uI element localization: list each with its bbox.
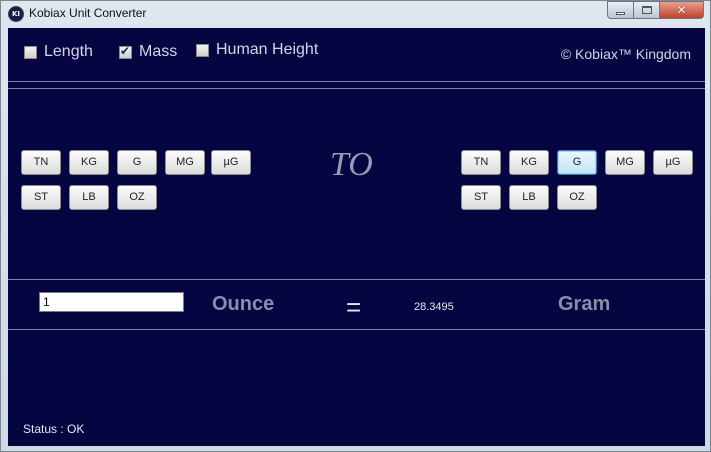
category-mass[interactable]: Mass [119,43,177,61]
from-unit-ug-button[interactable]: µG [211,150,251,175]
human-height-label: Human Height [216,41,319,58]
human-height-checkbox[interactable] [196,43,209,57]
to-unit-ug-button[interactable]: µG [653,150,693,175]
minimize-button[interactable] [607,1,634,19]
minimize-icon [616,11,625,15]
mass-checkbox[interactable] [119,44,132,59]
from-unit-st-button[interactable]: ST [21,185,61,210]
divider [8,329,705,330]
to-unit-tn-button[interactable]: TN [461,150,501,175]
length-label: Length [44,43,93,60]
category-length[interactable]: Length [24,43,93,61]
result-value: 28.3495 [414,301,454,313]
from-unit-name: Ounce [212,293,275,315]
from-unit-g-button[interactable]: G [117,150,157,175]
converter-panel: Length Mass Human Height © Kobiax™ Kingd… [8,28,705,446]
maximize-button[interactable] [634,1,660,19]
close-button[interactable]: ✕ [660,1,704,19]
equals-sign: = [346,292,362,322]
from-unit-lb-button[interactable]: LB [69,185,109,210]
divider [8,279,705,280]
divider [8,88,705,89]
from-unit-kg-button[interactable]: KG [69,150,109,175]
to-label: TO [330,146,373,183]
to-unit-oz-button[interactable]: OZ [557,185,597,210]
title-bar[interactable]: KI Kobiax Unit Converter ✕ [1,1,710,27]
to-unit-name: Gram [558,293,611,315]
divider [8,81,705,82]
to-unit-lb-button[interactable]: LB [509,185,549,210]
to-unit-mg-button[interactable]: MG [605,150,645,175]
to-unit-st-button[interactable]: ST [461,185,501,210]
copyright-text: © Kobiax™ Kingdom [560,46,691,62]
from-unit-oz-button[interactable]: OZ [117,185,157,210]
maximize-icon [641,6,652,14]
window-controls: ✕ [607,1,704,19]
length-checkbox[interactable] [24,45,37,59]
window-title: Kobiax Unit Converter [29,6,147,20]
mass-label: Mass [139,43,178,60]
app-logo-icon: KI [8,6,24,22]
to-unit-g-button[interactable]: G [557,150,597,175]
to-unit-kg-button[interactable]: KG [509,150,549,175]
from-unit-mg-button[interactable]: MG [165,150,205,175]
app-window: KI Kobiax Unit Converter ✕ Length Mass H… [0,0,711,452]
value-input[interactable] [39,292,184,312]
category-human-height[interactable]: Human Height [196,41,318,59]
status-text: Status : OK [23,422,85,436]
from-unit-tn-button[interactable]: TN [21,150,61,175]
close-icon: ✕ [676,3,687,17]
